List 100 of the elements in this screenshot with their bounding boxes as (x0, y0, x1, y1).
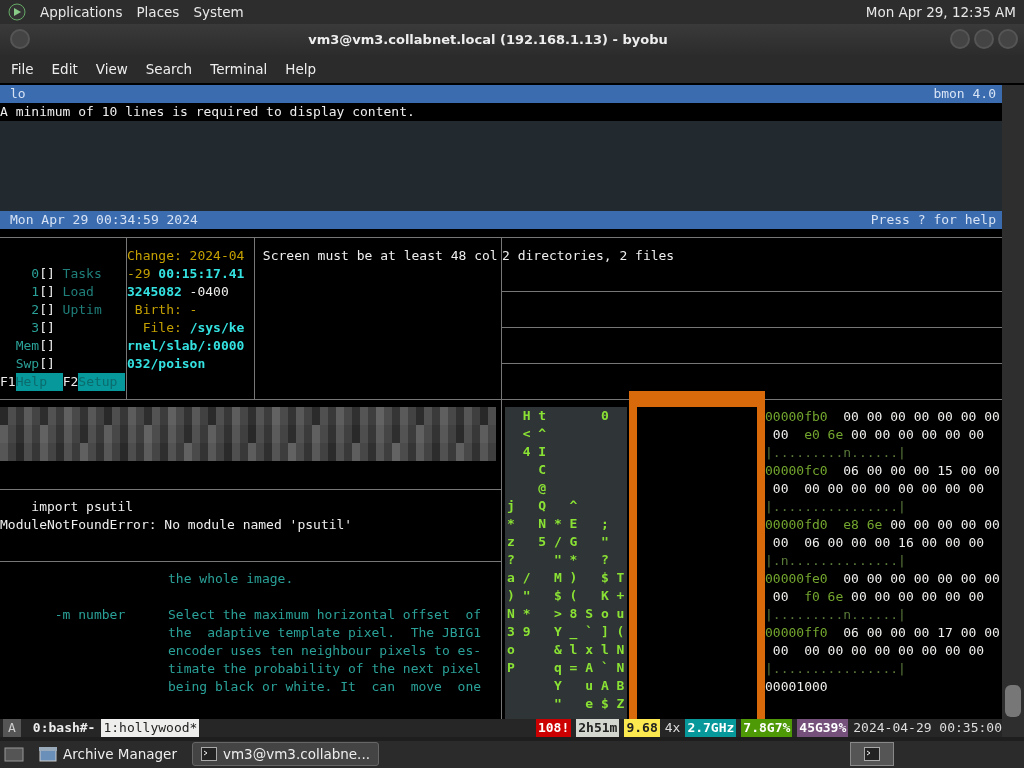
terminal-text: 00001000 (765, 677, 828, 696)
meter-label: Swp (14, 354, 40, 373)
terminal-text: |.n..............| (765, 551, 906, 570)
meter-label: 0 (30, 264, 40, 283)
status-text: 2024-04-29 00:35:00 (853, 718, 1002, 737)
matrix-text: Y u A B (552, 676, 625, 695)
desktop-icon[interactable] (4, 745, 24, 764)
status-text: 4x (664, 718, 681, 737)
menu-item[interactable]: View (86, 60, 137, 77)
workspace-switcher[interactable] (850, 742, 894, 767)
man-page-text: Select the maximum horizontal offset of (168, 605, 482, 624)
terminal-text: |.........n......| (765, 605, 906, 624)
panel-menu[interactable]: Applications (40, 3, 123, 20)
screen-warning: Screen must be at least 48 col (261, 246, 498, 265)
archive-icon (39, 746, 57, 763)
terminal-text: 3245082 (127, 282, 182, 301)
close-button[interactable] (998, 29, 1018, 50)
terminal-text: 00000fb0 (765, 407, 828, 426)
matrix-text: a / M ) $ T (507, 568, 625, 587)
terminal-text: 00 00 00 00 00 00 00 (842, 569, 1000, 588)
terminal-text: 06 00 00 00 15 00 00 (842, 461, 1000, 480)
terminal-text: 00000fd0 (765, 515, 828, 534)
panel-menu[interactable]: System (193, 3, 244, 20)
terminal-text: 00 00 00 00 00 00 (850, 587, 985, 606)
python-error-text: ModuleNotFoundError: No module named 'psutil' (0, 515, 353, 534)
menu-item[interactable]: Help (276, 60, 326, 77)
man-page-text: being black or white. It can move one (168, 677, 482, 696)
man-page-text: encoder uses ten neighbour pixels to es- (168, 641, 482, 660)
matrix-text: 3 9 Y _ ` ] ( (507, 622, 625, 641)
terminal-text: -29 (127, 264, 152, 283)
terminal-text: 00000fc0 (765, 461, 828, 480)
window-menu-button[interactable] (10, 29, 30, 50)
matrix-text: < ^ (521, 424, 547, 443)
terminal-text: 032/poison (127, 354, 206, 373)
matrix-text: C (537, 460, 547, 479)
meter-name: Tasks (61, 264, 102, 283)
taskbar-button[interactable]: Archive Manager (30, 742, 186, 767)
terminal-icon (201, 747, 217, 762)
function-key: F1 (0, 372, 16, 391)
matrix-text: P q = A ` N (507, 658, 625, 677)
matrix-text: 4 I (521, 442, 547, 461)
status-widget: 7.8G7% (741, 718, 793, 737)
terminal-text: e0 6e (804, 425, 844, 444)
matrix-text: @ (537, 478, 547, 497)
menu-item[interactable]: Edit (42, 60, 87, 77)
window-tab[interactable]: 1:hollywood* (101, 718, 200, 737)
maximize-button[interactable] (974, 29, 994, 50)
meter-brackets-text: [] (39, 354, 55, 373)
matrix-text: ? " * ? (507, 550, 609, 569)
tree-summary: 2 directories, 2 files (502, 246, 675, 265)
terminal-text: 00 00 00 00 00 00 00 00 00 (771, 479, 985, 498)
meter-brackets-text: [] (39, 264, 55, 283)
terminal-text: 00000fe0 (765, 569, 828, 588)
window-title: vm3@vm3.collabnet.local (192.168.1.13) - byobu (307, 31, 669, 47)
matrix-text: * N * E ; (507, 514, 609, 533)
python-error-text: import psutil (30, 497, 134, 516)
meter-brackets-text: [] (39, 336, 55, 355)
terminal-text: 00 00 00 00 00 00 00 00 00 (771, 641, 985, 660)
terminal-text: 00 00 00 00 00 00 (850, 425, 985, 444)
meter-name: Load (61, 282, 94, 301)
meter-name: Uptim (61, 300, 102, 319)
session-name: A (3, 718, 21, 737)
terminal-text: |................| (765, 497, 906, 516)
terminal-text: rnel/slab/:0000 (127, 336, 245, 355)
meter-label: 3 (30, 318, 40, 337)
function-key: F2 (62, 372, 79, 391)
terminal-text: Birth: - (133, 300, 198, 319)
minimize-button[interactable] (950, 29, 970, 50)
matrix-text: o & l x l N (507, 640, 625, 659)
panel-menu[interactable]: Places (136, 3, 180, 20)
status-widget: 45G39% (797, 718, 849, 737)
terminal-text: /sys/ke (189, 318, 245, 337)
meter-label: 1 (30, 282, 40, 301)
man-page-text: the whole image. (168, 569, 294, 588)
meter-label: Mem (14, 336, 40, 355)
window-tab[interactable]: 0:bash#- (30, 718, 98, 737)
man-page-text: timate the probability of the next pixel (168, 659, 482, 678)
meter-brackets-text: [] (39, 300, 55, 319)
menu-item[interactable]: File (2, 60, 43, 77)
help-hint: Press ? for help (870, 210, 996, 229)
terminal-text: 06 00 00 00 17 00 00 (842, 623, 1000, 642)
terminal-text: Change: 2024-04 (127, 246, 245, 265)
interface-name: lo (10, 84, 26, 103)
matrix-text: j Q ^ (507, 496, 578, 515)
logo-icon[interactable] (8, 2, 26, 21)
meter-brackets-text: [] (39, 282, 55, 301)
clock: Mon Apr 29, 12:35 AM (865, 3, 1016, 20)
taskbar-button[interactable]: vm3@vm3.collabne... (192, 742, 379, 767)
meter-brackets-text: [] (39, 318, 55, 337)
terminal-text: f0 6e (804, 587, 844, 606)
terminal-text: 00 06 00 00 00 16 00 00 00 (771, 533, 985, 552)
menu-item[interactable]: Terminal (201, 60, 277, 77)
matrix-text: " e $ Z (552, 694, 625, 713)
terminal-text: 00:15:17.41 (158, 264, 245, 283)
terminal-text: 00 00 00 00 00 00 00 (842, 407, 1000, 426)
menu-item[interactable]: Search (136, 60, 202, 77)
terminal-text: 00 (771, 425, 790, 444)
scrollbar[interactable] (1002, 84, 1024, 737)
bmon-version: bmon 4.0 (933, 84, 996, 103)
timestamp: Mon Apr 29 00:34:59 2024 (10, 210, 198, 229)
